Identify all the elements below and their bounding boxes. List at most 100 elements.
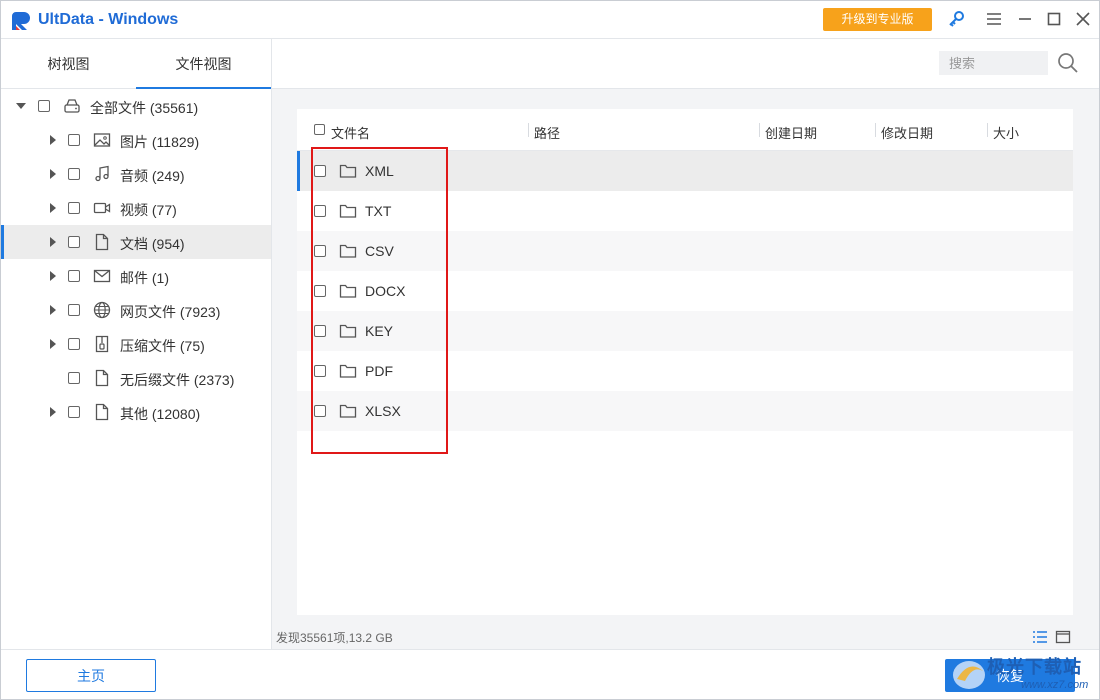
image-icon <box>93 133 111 147</box>
recover-button[interactable]: 恢复 <box>945 659 1075 692</box>
menu-icon[interactable] <box>984 9 1004 29</box>
tree-item-label: 无后缀文件 (2373) <box>120 372 235 388</box>
file-name: PDF <box>365 363 393 379</box>
search-icon[interactable] <box>1057 52 1079 74</box>
maximize-icon[interactable] <box>1044 9 1064 29</box>
collapsed-arrow-icon[interactable] <box>48 406 58 418</box>
file-name: CSV <box>365 243 394 259</box>
checkbox[interactable] <box>68 134 80 146</box>
file-icon <box>95 369 109 387</box>
tree-item-label: 邮件 (1) <box>120 270 169 286</box>
tree-item-label: 网页文件 (7923) <box>120 304 221 320</box>
tab-tree-view[interactable]: 树视图 <box>1 39 136 89</box>
table-header: 文件名 路径 创建日期 修改日期 大小 <box>297 109 1073 151</box>
app-logo-icon <box>12 12 30 30</box>
table-row[interactable]: KEY <box>297 311 1073 351</box>
tree-item-all-files[interactable]: 全部文件 (35561) <box>1 89 271 123</box>
home-button[interactable]: 主页 <box>26 659 156 692</box>
close-icon[interactable] <box>1073 9 1093 29</box>
select-all-checkbox[interactable] <box>314 124 325 135</box>
tree-item-documents[interactable]: 文档 (954) <box>1 225 271 259</box>
column-header-created[interactable]: 创建日期 <box>765 123 817 142</box>
document-icon <box>95 233 109 251</box>
column-divider[interactable] <box>987 123 988 137</box>
tree-item-images[interactable]: 图片 (11829) <box>1 123 271 157</box>
folder-icon <box>339 284 357 298</box>
checkbox[interactable] <box>68 168 80 180</box>
file-name: DOCX <box>365 283 406 299</box>
column-divider[interactable] <box>528 123 529 137</box>
tree-item-no-extension-files[interactable]: 无后缀文件 (2373) <box>1 361 271 395</box>
checkbox[interactable] <box>68 270 80 282</box>
tree-item-web-files[interactable]: 网页文件 (7923) <box>1 293 271 327</box>
file-list-panel: 文件名 路径 创建日期 修改日期 大小 XML TXT CSV DOCX KEY… <box>297 109 1073 615</box>
file-name: XML <box>365 163 394 179</box>
sidebar: 树视图 文件视图 全部文件 (35561) 图片 (11829) 音频 (249… <box>1 39 272 649</box>
row-checkbox[interactable] <box>314 245 326 257</box>
minimize-icon[interactable] <box>1015 9 1035 29</box>
row-checkbox[interactable] <box>314 205 326 217</box>
row-checkbox[interactable] <box>314 365 326 377</box>
checkbox[interactable] <box>38 100 50 112</box>
collapsed-arrow-icon[interactable] <box>48 270 58 282</box>
collapsed-arrow-icon[interactable] <box>48 304 58 316</box>
tree-item-mail[interactable]: 邮件 (1) <box>1 259 271 293</box>
status-bar: 发现35561项,13.2 GB <box>272 625 1099 649</box>
column-divider[interactable] <box>875 123 876 137</box>
checkbox[interactable] <box>68 236 80 248</box>
folder-icon <box>339 204 357 218</box>
collapsed-arrow-icon[interactable] <box>48 338 58 350</box>
drive-icon <box>64 99 80 113</box>
tree-item-other[interactable]: 其他 (12080) <box>1 395 271 429</box>
row-checkbox[interactable] <box>314 285 326 297</box>
collapsed-arrow-icon[interactable] <box>48 134 58 146</box>
music-icon <box>95 165 109 182</box>
table-row[interactable]: XML <box>297 151 1073 191</box>
column-header-name[interactable]: 文件名 <box>331 123 370 142</box>
table-row[interactable]: PDF <box>297 351 1073 391</box>
bottom-bar: 主页 恢复 <box>1 649 1099 699</box>
upgrade-button[interactable]: 升级到专业版 <box>823 8 932 31</box>
row-checkbox[interactable] <box>314 405 326 417</box>
checkbox[interactable] <box>68 406 80 418</box>
row-checkbox[interactable] <box>314 325 326 337</box>
search-bar <box>272 39 1099 89</box>
tree-item-audio[interactable]: 音频 (249) <box>1 157 271 191</box>
table-row[interactable]: XLSX <box>297 391 1073 431</box>
search-input[interactable] <box>939 51 1048 75</box>
tab-file-view[interactable]: 文件视图 <box>136 39 271 89</box>
folder-icon <box>339 244 357 258</box>
tree-item-label: 文档 (954) <box>120 236 185 252</box>
checkbox[interactable] <box>68 304 80 316</box>
table-row[interactable]: CSV <box>297 231 1073 271</box>
folder-icon <box>339 364 357 378</box>
expanded-arrow-icon[interactable] <box>16 100 26 112</box>
status-text: 发现35561项,13.2 GB <box>276 631 393 645</box>
tree-item-label: 压缩文件 (75) <box>120 338 205 354</box>
tree-item-label: 图片 (11829) <box>120 134 200 150</box>
checkbox[interactable] <box>68 202 80 214</box>
table-row[interactable]: TXT <box>297 191 1073 231</box>
key-icon[interactable] <box>946 9 966 29</box>
folder-icon <box>339 324 357 338</box>
view-tabs: 树视图 文件视图 <box>1 39 272 89</box>
column-header-path[interactable]: 路径 <box>534 123 560 142</box>
checkbox[interactable] <box>68 338 80 350</box>
tree-item-video[interactable]: 视频 (77) <box>1 191 271 225</box>
collapsed-arrow-icon[interactable] <box>48 202 58 214</box>
list-view-icon[interactable] <box>1032 629 1048 645</box>
row-checkbox[interactable] <box>314 165 326 177</box>
collapsed-arrow-icon[interactable] <box>48 168 58 180</box>
column-divider[interactable] <box>759 123 760 137</box>
app-window: UltData - Windows 升级到专业版 树视图 文件视图 全部文件 (… <box>0 0 1100 700</box>
column-header-size[interactable]: 大小 <box>993 123 1019 142</box>
table-row[interactable]: DOCX <box>297 271 1073 311</box>
title-bar: UltData - Windows 升级到专业版 <box>1 1 1099 39</box>
checkbox[interactable] <box>68 372 80 384</box>
collapsed-arrow-icon[interactable] <box>48 236 58 248</box>
tree-item-archives[interactable]: 压缩文件 (75) <box>1 327 271 361</box>
mail-icon <box>93 269 111 283</box>
file-name: TXT <box>365 203 392 219</box>
column-header-modified[interactable]: 修改日期 <box>881 123 933 142</box>
grid-view-icon[interactable] <box>1055 629 1071 645</box>
